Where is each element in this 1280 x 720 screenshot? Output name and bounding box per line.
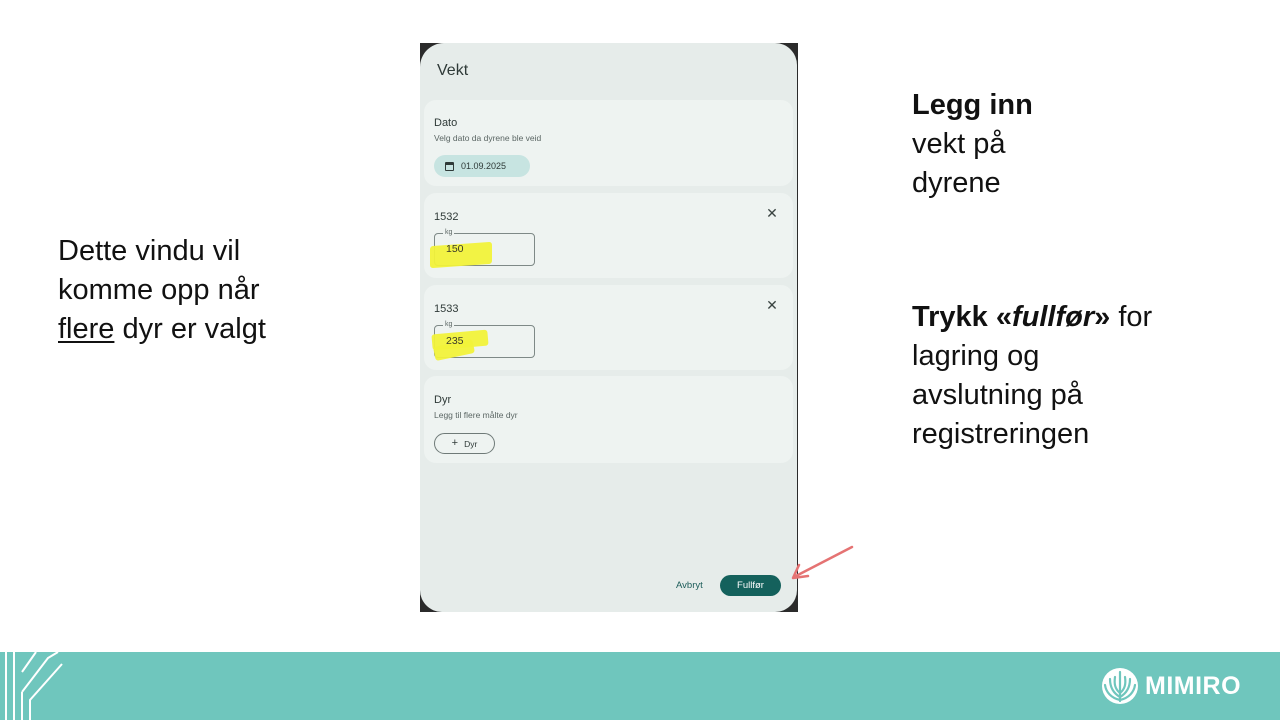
phone-screenshot: Vekt Dato Velg dato da dyrene ble veid 0… xyxy=(420,43,798,612)
right-bottom-line2: lagring og xyxy=(912,340,1040,372)
left-caption-line2: komme opp når xyxy=(58,274,260,306)
right-caption-bottom: Trykk «fullfør» for lagring og avslutnin… xyxy=(912,298,1152,454)
animal-id: 1533 xyxy=(434,303,459,315)
right-bottom-line1: Trykk «fullfør» for xyxy=(912,298,1152,337)
pointer-arrow-icon xyxy=(791,545,854,580)
weight-dialog: Vekt Dato Velg dato da dyrene ble veid 0… xyxy=(420,43,797,612)
left-caption-line1: Dette vindu vil xyxy=(58,235,241,267)
right-bottom-rest: for xyxy=(1110,301,1153,333)
cancel-button[interactable]: Avbryt xyxy=(676,580,703,591)
dyr-card-subtitle: Legg til flere målte dyr xyxy=(434,410,518,420)
weight-unit-label: kg xyxy=(443,229,455,236)
logo-text: MIMIRO xyxy=(1145,671,1242,700)
finish-button[interactable]: Fullfør xyxy=(720,575,781,596)
dyr-card-title: Dyr xyxy=(434,394,452,406)
animal-card: 1533 ✕ kg 235 xyxy=(424,285,793,370)
add-animal-card: Dyr Legg til flere målte dyr + Dyr xyxy=(424,376,793,463)
circuit-lines-decoration xyxy=(5,652,63,720)
right-bottom-bold: Trykk « xyxy=(912,301,1012,333)
left-caption-underlined: flere xyxy=(58,313,115,345)
right-top-line3: dyrene xyxy=(912,167,1001,199)
date-card: Dato Velg dato da dyrene ble veid 01.09.… xyxy=(424,100,793,186)
right-bottom-line4: registreringen xyxy=(912,418,1090,450)
right-caption-top: Legg inn vekt på dyrene xyxy=(912,86,1033,203)
date-picker-chip[interactable]: 01.09.2025 xyxy=(434,155,530,177)
date-value: 01.09.2025 xyxy=(461,161,507,171)
left-caption-line3-rest: dyr er valgt xyxy=(114,313,266,345)
date-card-title: Dato xyxy=(434,117,458,129)
footer-bar: MIMIRO xyxy=(0,652,1280,720)
add-animal-button[interactable]: + Dyr xyxy=(434,433,495,454)
left-caption: Dette vindu vil komme opp når flere dyr … xyxy=(58,232,266,349)
left-caption-line3: flere dyr er valgt xyxy=(58,310,266,349)
close-icon[interactable]: ✕ xyxy=(765,298,779,312)
right-bottom-line3: avslutning på xyxy=(912,379,1083,411)
weight-value: 150 xyxy=(446,243,464,255)
tree-logo-icon xyxy=(1102,668,1138,704)
animal-id: 1532 xyxy=(434,211,459,223)
right-top-line2: vekt på xyxy=(912,128,1006,160)
right-top-heading: Legg inn xyxy=(912,89,1033,121)
weight-value: 235 xyxy=(446,335,464,347)
calendar-icon xyxy=(445,161,454,171)
mimiro-logo: MIMIRO xyxy=(1101,667,1241,705)
right-bottom-bolditalic: fullfør xyxy=(1011,301,1095,333)
weight-unit-label: kg xyxy=(443,321,455,328)
dialog-title: Vekt xyxy=(437,62,469,79)
right-bottom-bold-end: » xyxy=(1094,301,1111,333)
animal-card: 1532 ✕ kg 150 xyxy=(424,193,793,278)
close-icon[interactable]: ✕ xyxy=(765,206,779,220)
date-card-subtitle: Velg dato da dyrene ble veid xyxy=(434,133,542,143)
add-animal-label: Dyr xyxy=(464,438,478,449)
plus-icon: + xyxy=(451,437,459,449)
